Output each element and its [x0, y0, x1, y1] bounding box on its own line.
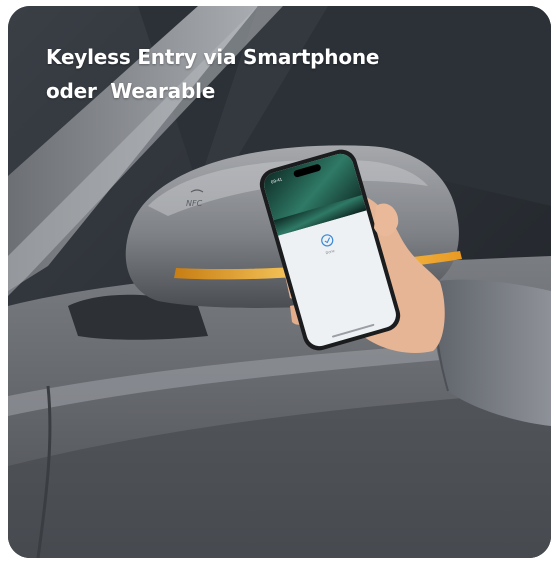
feature-card: NFC 09:41 Done Keyless Entry via Smartph… — [8, 6, 551, 558]
headline: Keyless Entry via Smartphone oder Wearabl… — [46, 40, 379, 108]
headline-line-2: oder Wearable — [46, 79, 216, 103]
headline-line-1: Keyless Entry via Smartphone — [46, 45, 380, 69]
svg-text:NFC: NFC — [186, 199, 203, 208]
